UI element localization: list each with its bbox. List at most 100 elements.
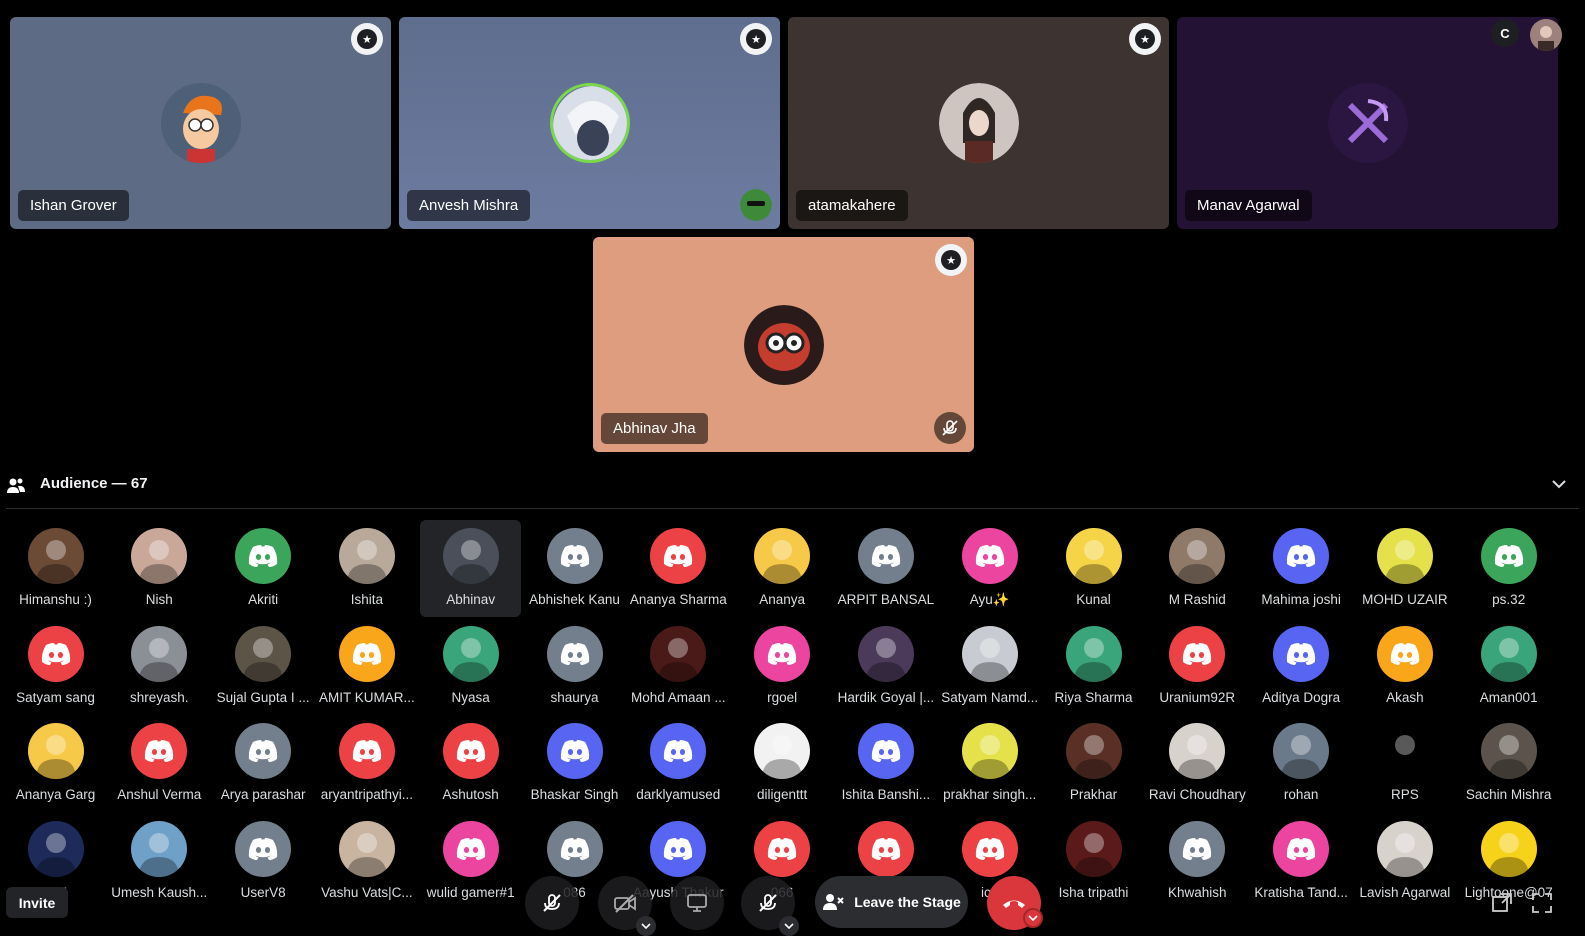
audience-member[interactable]: Vashu Vats|C... — [316, 813, 417, 910]
audience-member[interactable]: Mohd Amaan ... — [628, 618, 729, 715]
avatar — [857, 723, 914, 779]
audience-member-name: Isha tripathi — [1058, 884, 1129, 900]
audience-member-name: Ananya — [759, 592, 805, 607]
stage-tile-abhinav-jha[interactable]: ★ Abhinav Jha — [593, 237, 974, 452]
audience-member-name: Ishita Banshi... — [841, 787, 931, 802]
avatar — [1273, 723, 1330, 779]
audience-member[interactable]: Aditya Dogra — [1251, 618, 1352, 715]
avatar — [961, 528, 1018, 584]
avatar — [754, 820, 811, 877]
audience-member[interactable]: Himanshu :) — [5, 520, 106, 617]
audience-member[interactable]: Abhinav — [420, 520, 522, 617]
audience-member[interactable]: Ishita Banshi... — [835, 715, 936, 812]
audience-member[interactable]: Kunal — [1043, 520, 1144, 617]
audience-member[interactable]: Sachin Mishra — [1458, 715, 1559, 812]
audience-member[interactable]: RPS — [1354, 715, 1455, 812]
audience-member[interactable]: aryantripathyi... — [316, 715, 417, 812]
audience-member[interactable]: Hardik Goyal |... — [835, 618, 936, 715]
audience-member[interactable]: Prakhar — [1043, 715, 1144, 812]
audience-member[interactable]: diligenttt — [732, 715, 833, 812]
audience-member[interactable]: Akriti — [213, 520, 314, 617]
audience-member[interactable]: Abhishek Kanu — [524, 520, 625, 617]
audience-member[interactable]: Isha tripathi — [1043, 813, 1144, 910]
audience-member[interactable]: Bhaskar Singh — [524, 715, 625, 812]
pop-out-icon[interactable] — [1490, 891, 1514, 915]
audience-member[interactable]: Satyam sang — [5, 618, 106, 715]
avatar — [1376, 820, 1433, 877]
audience-member[interactable]: wulid gamer#1 — [420, 813, 521, 910]
stage-tile-ishan-grover[interactable]: ★ Ishan Grover — [10, 17, 391, 229]
camera-button[interactable] — [598, 876, 656, 936]
disconnect-button[interactable] — [987, 876, 1043, 930]
audience-member[interactable]: Uranium92R — [1147, 618, 1248, 715]
audience-member-name: shaurya — [550, 689, 599, 705]
participant-name: Ishan Grover — [18, 190, 129, 221]
user-initial-badge[interactable]: C — [1491, 19, 1519, 47]
audience-member[interactable]: Umesh Kaush... — [109, 813, 210, 910]
screen-share-icon — [687, 894, 707, 912]
audience-member[interactable]: Kratisha Tand... — [1251, 813, 1352, 910]
audience-member-name: Ishita — [350, 592, 384, 607]
mute-button[interactable] — [741, 876, 799, 936]
audience-header[interactable]: Audience — 67 — [0, 470, 1585, 506]
audience-member[interactable]: Khwahish — [1147, 813, 1248, 910]
audience-member[interactable]: darklyamused — [628, 715, 729, 812]
chevron-down-icon[interactable] — [636, 916, 656, 936]
user-avatar[interactable] — [1530, 19, 1562, 51]
mic-muted-icon — [759, 894, 777, 912]
chevron-down-icon[interactable] — [1551, 476, 1567, 492]
audience-member[interactable]: Ishita — [316, 520, 417, 617]
invite-button[interactable]: Invite — [6, 887, 68, 918]
audience-member-name: prakhar singh... — [943, 787, 1037, 802]
audience-member[interactable]: Riya Sharma — [1043, 618, 1144, 715]
audience-member[interactable]: shreyash. — [109, 618, 210, 715]
audience-member[interactable]: rgoel — [732, 618, 833, 715]
stage-tile-atamakahere[interactable]: ★ atamakahere — [788, 17, 1169, 229]
chevron-down-icon[interactable] — [779, 916, 799, 936]
avatar — [1376, 723, 1433, 779]
audience-member[interactable]: AMIT KUMAR... — [316, 618, 417, 715]
audience-member[interactable]: ARPIT BANSAL — [835, 520, 936, 617]
audience-member[interactable]: ps.32 — [1458, 520, 1559, 617]
audience-member-name: Sachin Mishra — [1465, 787, 1552, 802]
audience-member[interactable]: MOHD UZAIR — [1354, 520, 1455, 617]
request-to-speak-button[interactable] — [525, 876, 579, 930]
fullscreen-icon[interactable] — [1530, 891, 1554, 915]
audience-member[interactable]: prakhar singh... — [939, 715, 1040, 812]
avatar — [338, 723, 395, 779]
audience-member[interactable]: Satyam Namd... — [939, 618, 1040, 715]
audience-member-name: Abhinav — [446, 592, 496, 607]
audience-member-name: ARPIT BANSAL — [837, 592, 935, 607]
audience-member[interactable]: Ananya Garg — [5, 715, 106, 812]
audience-member[interactable]: Ananya Sharma — [628, 520, 729, 617]
audience-member[interactable]: Mahima joshi — [1251, 520, 1352, 617]
audience-member[interactable]: Ayu✨ — [939, 520, 1040, 617]
audience-member-name: Aditya Dogra — [1262, 689, 1341, 705]
avatar — [131, 723, 188, 779]
stage-tile-manav-agarwal[interactable]: Manav Agarwal — [1177, 17, 1558, 229]
audience-member[interactable]: Aman001 — [1458, 618, 1559, 715]
audience-member[interactable]: Nish — [109, 520, 210, 617]
audience-member[interactable]: Ravi Choudhary — [1147, 715, 1248, 812]
mic-off-icon — [543, 894, 561, 912]
avatar — [1065, 625, 1122, 682]
audience-member[interactable]: Sujal Gupta I ... — [213, 618, 314, 715]
audience-member[interactable]: Arya parashar — [213, 715, 314, 812]
audience-member[interactable]: shaurya — [524, 618, 625, 715]
audience-member[interactable]: Akash — [1354, 618, 1455, 715]
moderator-icon: ★ — [740, 23, 772, 55]
audience-member[interactable]: Ashutosh — [420, 715, 521, 812]
audience-member[interactable]: Anshul Verma — [109, 715, 210, 812]
leave-stage-button[interactable]: Leave the Stage — [815, 876, 968, 928]
audience-member[interactable]: M Rashid — [1147, 520, 1248, 617]
audience-member[interactable]: Ananya — [732, 520, 833, 617]
audience-member[interactable]: rohan — [1251, 715, 1352, 812]
chevron-down-icon[interactable] — [1023, 908, 1043, 928]
avatar — [27, 723, 84, 779]
audience-member[interactable]: UserV8 — [213, 813, 314, 910]
audience-member-name: Satyam Namd... — [941, 689, 1039, 705]
audience-member[interactable]: Nyasa — [420, 618, 521, 715]
screen-share-button[interactable] — [670, 876, 724, 930]
stage-tile-anvesh-mishra[interactable]: ★ Anvesh Mishra — [399, 17, 780, 229]
audience-member[interactable]: Lavish Agarwal — [1354, 813, 1455, 910]
